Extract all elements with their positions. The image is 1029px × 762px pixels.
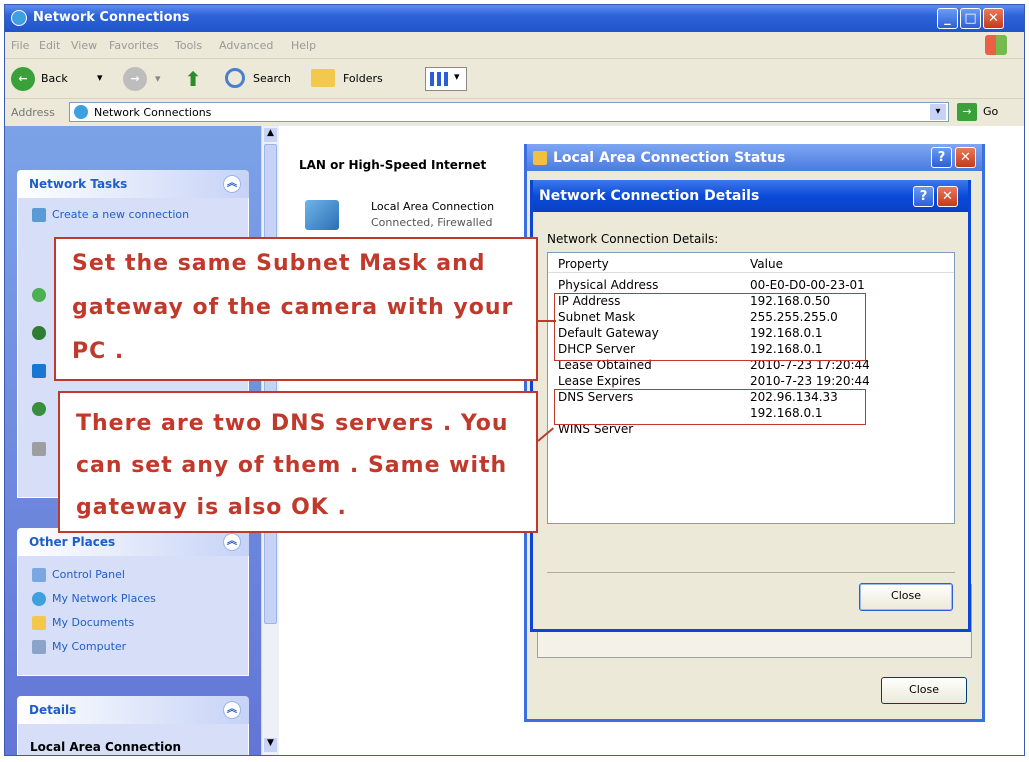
task-icon	[32, 288, 46, 302]
network-adapter-icon	[305, 200, 339, 230]
grid-row: Physical Address 00-E0-D0-00-23-01	[558, 278, 865, 292]
close-button[interactable]: ✕	[983, 8, 1004, 29]
connection-status: Connected, Firewalled	[371, 216, 493, 229]
task-icon	[32, 402, 46, 416]
status-dialog-close-icon[interactable]: ✕	[955, 147, 976, 168]
go-button[interactable]: → Go	[957, 102, 1017, 122]
details-grid: Property Value Physical Address 00-E0-D0-…	[547, 252, 955, 524]
my-computer-icon	[32, 640, 46, 654]
minimize-button[interactable]: _	[937, 8, 958, 29]
window-title: Network Connections	[33, 10, 190, 25]
grid-row: Lease Expires 2010-7-23 19:20:44	[558, 374, 870, 388]
scroll-up-icon[interactable]: ▲	[264, 128, 277, 142]
connection-name: Local Area Connection	[371, 200, 495, 213]
task-icon	[32, 326, 46, 340]
subnet-gateway-highlight	[554, 293, 866, 361]
menu-help[interactable]: Help	[291, 39, 316, 52]
create-connection-icon	[32, 208, 46, 222]
up-folder-icon[interactable]: ⬆	[181, 67, 205, 91]
maximize-button[interactable]: □	[960, 8, 981, 29]
menu-edit[interactable]: Edit	[39, 39, 60, 52]
column-header-value[interactable]: Value	[750, 257, 783, 271]
place-my-computer[interactable]: My Computer	[32, 640, 126, 654]
column-header-property[interactable]: Property	[558, 257, 609, 271]
place-my-documents[interactable]: My Documents	[32, 616, 134, 630]
place-my-network-places[interactable]: My Network Places	[32, 592, 156, 606]
grid-header: Property Value	[548, 253, 954, 273]
help-button[interactable]: ?	[913, 186, 934, 207]
help-button[interactable]: ?	[931, 147, 952, 168]
back-arrow-icon: ←	[11, 67, 35, 91]
views-icon	[430, 72, 450, 86]
details-name: Local Area Connection	[30, 740, 182, 754]
details-header[interactable]: Details ︽	[17, 696, 249, 724]
address-value: Network Connections	[94, 106, 212, 119]
toolbar: ← Back ▾ → ▾ ⬆ Search Folders ▾	[5, 59, 1024, 99]
address-bar: Address Network Connections ▾ → Go	[5, 99, 1024, 126]
windows-logo-icon	[985, 35, 1007, 55]
folders-button[interactable]: Folders	[311, 65, 407, 93]
scroll-down-icon[interactable]: ▼	[264, 738, 277, 752]
subnet-callout-connector	[538, 320, 556, 322]
forward-arrow-icon[interactable]: →	[123, 67, 147, 91]
back-button[interactable]: ← Back ▾	[11, 65, 115, 93]
address-dropdown-icon[interactable]: ▾	[930, 104, 946, 120]
menu-file[interactable]: File	[11, 39, 29, 52]
status-close-button[interactable]: Close	[881, 677, 967, 704]
network-connections-small-icon	[74, 105, 88, 119]
menu-bar: File Edit View Favorites Tools Advanced …	[5, 32, 1024, 59]
window-titlebar[interactable]: Network Connections _ □ ✕	[5, 5, 1024, 32]
scroll-thumb[interactable]	[264, 144, 277, 624]
status-dialog-titlebar[interactable]: Local Area Connection Status ? ✕	[527, 144, 982, 171]
views-dropdown-icon: ▾	[454, 70, 460, 83]
collapse-chevron-icon[interactable]: ︽	[223, 701, 241, 719]
details-dialog-titlebar[interactable]: Network Connection Details ? ✕	[533, 180, 968, 212]
subnet-callout: Set the same Subnet Mask and gateway of …	[54, 237, 538, 381]
views-button[interactable]: ▾	[425, 67, 467, 91]
collapse-chevron-icon[interactable]: ︽	[223, 533, 241, 551]
collapse-chevron-icon[interactable]: ︽	[223, 175, 241, 193]
search-button[interactable]: Search	[225, 65, 305, 93]
search-icon	[225, 68, 245, 88]
details-dialog-close-icon[interactable]: ✕	[937, 186, 958, 207]
control-panel-icon	[32, 568, 46, 582]
connection-icon	[533, 151, 547, 165]
dns-servers-highlight	[554, 389, 866, 425]
group-header: LAN or High-Speed Internet	[299, 158, 487, 172]
details-panel: Local Area Connection	[17, 724, 249, 755]
task-icon	[32, 364, 46, 378]
forward-dropdown-icon[interactable]: ▾	[155, 72, 161, 85]
network-places-icon	[32, 592, 46, 606]
details-label: Network Connection Details:	[547, 232, 719, 246]
address-input[interactable]: Network Connections ▾	[69, 102, 949, 122]
menu-view[interactable]: View	[71, 39, 97, 52]
other-places-panel: Control Panel My Network Places My Docum…	[17, 556, 249, 676]
address-label: Address	[11, 106, 55, 119]
task-create-connection[interactable]: Create a new connection	[32, 208, 232, 238]
network-connections-icon	[11, 10, 27, 26]
my-documents-icon	[32, 616, 46, 630]
connection-details-dialog: Network Connection Details ? ✕ Network C…	[530, 180, 971, 632]
network-tasks-header[interactable]: Network Tasks ︽	[17, 170, 249, 198]
details-separator	[547, 572, 955, 573]
details-close-button[interactable]: Close	[859, 583, 953, 611]
place-control-panel[interactable]: Control Panel	[32, 568, 125, 582]
go-arrow-icon: →	[957, 103, 977, 121]
folders-icon	[311, 69, 335, 87]
back-dropdown-icon: ▾	[97, 71, 103, 84]
menu-favorites[interactable]: Favorites	[109, 39, 159, 52]
task-icon	[32, 442, 46, 456]
menu-advanced[interactable]: Advanced	[219, 39, 273, 52]
menu-tools[interactable]: Tools	[175, 39, 202, 52]
dns-callout: There are two DNS servers . You can set …	[58, 391, 538, 533]
